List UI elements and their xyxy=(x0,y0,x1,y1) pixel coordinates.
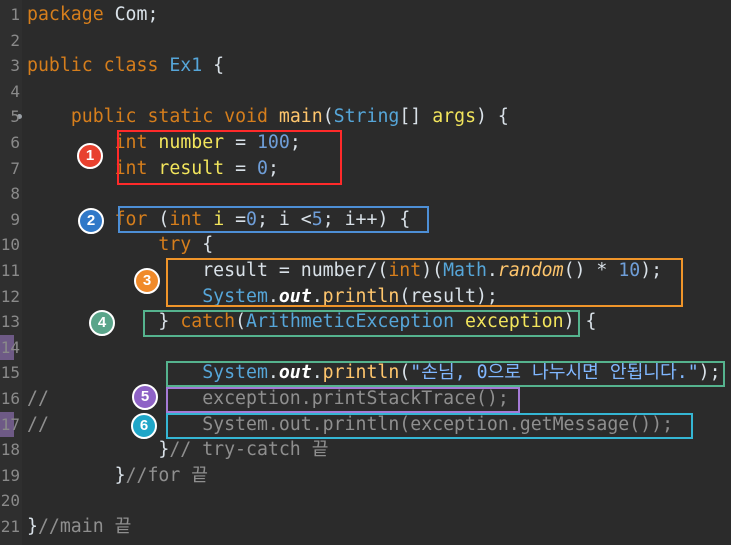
annotation-box-5 xyxy=(166,387,520,413)
code-line[interactable]: 14 xyxy=(0,334,731,361)
code-text: try { xyxy=(27,232,213,258)
annotation-badge-2: 2 xyxy=(78,208,104,234)
code-line[interactable]: 10 try { xyxy=(0,232,731,258)
line-number: 3 xyxy=(10,56,20,76)
code-line[interactable]: 1 package Com; xyxy=(0,2,731,28)
line-number: 8 xyxy=(10,184,20,204)
line-number: 18 xyxy=(0,440,20,460)
line-number: 5 xyxy=(10,107,20,127)
annotation-box-2 xyxy=(118,206,429,233)
line-number: 10 xyxy=(0,235,20,255)
code-token: static xyxy=(147,106,214,128)
code-token: } xyxy=(27,464,126,486)
annotation-box-3 xyxy=(166,258,683,307)
code-token: Com; xyxy=(103,4,159,25)
annotation-badge-6: 6 xyxy=(131,413,157,439)
code-token: void xyxy=(224,106,268,128)
code-editor[interactable]: 1 package Com; 2 3 public class Ex1 {4 5 publ… xyxy=(0,0,731,545)
code-token: //for 끝 xyxy=(125,464,208,486)
code-token: Ex1 xyxy=(169,55,203,77)
code-token: [] xyxy=(399,106,433,128)
annotation-box-1 xyxy=(117,130,342,185)
line-number: 1 xyxy=(10,5,20,24)
line-number: 11 xyxy=(0,261,20,280)
code-text: public static void main(String[] args) { xyxy=(27,104,509,130)
line-number: 4 xyxy=(10,81,20,101)
code-line[interactable]: 3 public class Ex1 { xyxy=(0,53,731,79)
code-text: public class Ex1 { xyxy=(27,53,224,79)
line-number: 7 xyxy=(10,158,20,178)
annotation-box-6 xyxy=(166,413,693,439)
code-token: args xyxy=(432,106,477,128)
code-token: { xyxy=(202,55,225,77)
code-line[interactable]: 8 xyxy=(0,181,731,207)
annotation-badge-5: 5 xyxy=(132,384,158,410)
annotation-box-15 xyxy=(166,361,725,387)
annotation-badge-3: 3 xyxy=(134,268,160,294)
line-number: 14 xyxy=(0,337,20,357)
code-line[interactable]: 19 }//for 끝 xyxy=(0,463,731,489)
annotation-box-4 xyxy=(143,310,580,337)
annotation-badge-1: 1 xyxy=(77,143,103,169)
code-text: }//for 끝 xyxy=(27,463,208,489)
code-token: class xyxy=(103,55,159,77)
code-token: public xyxy=(27,55,93,77)
annotation-badge-4: 4 xyxy=(89,310,115,336)
code-token: } xyxy=(27,516,38,537)
line-number: 9 xyxy=(10,209,20,229)
code-token: // try-catch 끝 xyxy=(169,439,329,461)
line-number: 19 xyxy=(0,465,20,485)
code-token: main xyxy=(278,106,323,128)
code-token: public xyxy=(70,106,137,128)
line-number: 20 xyxy=(0,491,20,511)
code-line[interactable]: 21}//main 끝 xyxy=(0,514,731,540)
code-text: }//main 끝 xyxy=(27,514,131,540)
code-text: }// try-catch 끝 xyxy=(27,437,328,463)
code-line[interactable]: 2 xyxy=(0,28,731,54)
code-token: ) { xyxy=(476,106,509,128)
line-number: 2 xyxy=(10,30,20,50)
line-number: 6 xyxy=(10,133,20,152)
code-token: package xyxy=(27,4,104,25)
code-token: ( xyxy=(322,106,334,128)
line-number: 17 xyxy=(0,414,20,434)
code-line[interactable]: 4 xyxy=(0,79,731,105)
code-line[interactable]: 6 int number = 100; xyxy=(0,130,731,156)
code-token: try xyxy=(158,234,192,256)
line-number: 16 xyxy=(0,389,20,408)
code-token: { xyxy=(191,234,214,256)
line-number: 13 xyxy=(0,312,20,332)
code-line[interactable]: 20 xyxy=(0,488,731,514)
code-line[interactable]: 7 int result = 0; xyxy=(0,156,731,182)
line-number: 15 xyxy=(0,363,20,383)
code-line[interactable]: 18 }// try-catch 끝 xyxy=(0,437,731,463)
code-line[interactable]: 5 public static void main(String[] args)… xyxy=(0,104,731,130)
line-number: 21 xyxy=(0,517,20,536)
code-token: } xyxy=(27,439,170,461)
code-token: //main 끝 xyxy=(37,516,132,537)
code-token: String xyxy=(333,106,400,128)
code-text: package Com; xyxy=(27,2,158,28)
line-number: 12 xyxy=(0,286,20,306)
